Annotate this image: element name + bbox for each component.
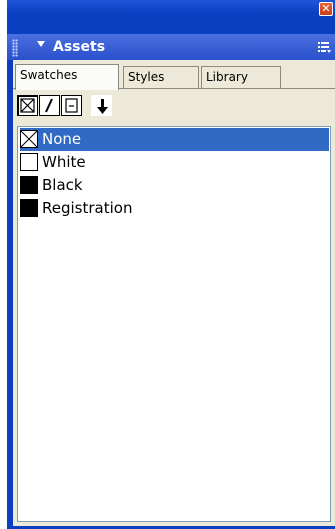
tab-swatches[interactable]: Swatches — [15, 64, 119, 90]
fill-none-icon — [20, 98, 35, 113]
fill-box-button[interactable] — [61, 95, 82, 116]
fill-none-button[interactable] — [17, 95, 38, 116]
tab-styles[interactable]: Styles — [123, 66, 199, 88]
swatch-name: White — [42, 153, 86, 171]
swatch-item-registration[interactable]: Registration — [20, 197, 329, 220]
tab-library[interactable]: Library — [201, 66, 281, 88]
swatch-item-black[interactable]: Black — [20, 174, 329, 197]
stroke-icon — [45, 98, 53, 113]
close-button[interactable]: ✕ — [319, 2, 333, 16]
collapse-arrow-icon[interactable] — [37, 41, 45, 47]
drag-grip-icon[interactable] — [12, 39, 18, 57]
palette-title: Assets — [53, 39, 106, 55]
swatch-name: Black — [42, 176, 83, 194]
registration-swatch-icon — [20, 199, 38, 217]
apply-button[interactable] — [91, 95, 112, 116]
fill-box-icon — [65, 98, 78, 113]
palette-menu-icon[interactable] — [317, 40, 331, 54]
apply-arrow-icon — [97, 99, 108, 114]
swatch-list[interactable]: None White Black Registration — [17, 126, 331, 522]
none-swatch-icon — [20, 130, 38, 148]
swatch-item-white[interactable]: White — [20, 151, 329, 174]
panel-body: Swatches Styles Library None White Black… — [13, 60, 335, 526]
swatch-name: None — [42, 130, 82, 148]
swatch-item-none[interactable]: None — [20, 128, 329, 151]
white-swatch-icon — [20, 153, 38, 171]
stroke-button[interactable] — [39, 95, 60, 116]
black-swatch-icon — [20, 176, 38, 194]
palette-header[interactable]: Assets — [7, 34, 335, 60]
swatch-name: Registration — [42, 199, 133, 217]
